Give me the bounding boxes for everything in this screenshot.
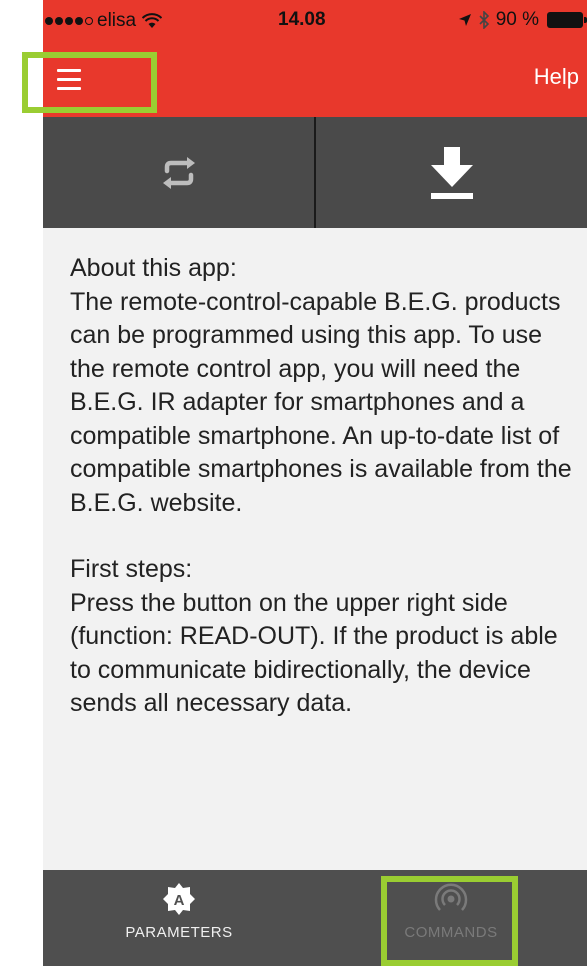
action-toolbar bbox=[43, 117, 587, 228]
parameters-icon: A bbox=[163, 883, 195, 915]
wifi-icon bbox=[142, 13, 163, 28]
battery-icon bbox=[547, 12, 587, 28]
location-arrow-icon bbox=[458, 14, 471, 26]
steps-section: First steps: Press the button on the upp… bbox=[70, 553, 580, 721]
status-right: 90 % bbox=[458, 9, 587, 31]
carrier-name: elisa bbox=[97, 10, 137, 31]
tab-parameters[interactable]: A PARAMETERS bbox=[43, 870, 315, 966]
about-section: About this app: The remote-control-capab… bbox=[70, 252, 580, 520]
menu-highlight-box bbox=[22, 52, 157, 113]
status-bar: elisa 14.08 90 % bbox=[43, 0, 587, 40]
sync-icon bbox=[162, 156, 195, 189]
battery-percent: 90 % bbox=[495, 9, 539, 30]
clock: 14.08 bbox=[278, 9, 326, 30]
tab-label: PARAMETERS bbox=[125, 924, 233, 941]
about-heading: About this app: bbox=[70, 254, 237, 282]
about-content: About this app: The remote-control-capab… bbox=[70, 252, 580, 754]
help-button[interactable]: Help bbox=[534, 64, 579, 90]
commands-highlight-box bbox=[381, 876, 518, 966]
phone-screen: elisa 14.08 90 % Help About this app: Th… bbox=[43, 0, 587, 966]
bluetooth-icon bbox=[479, 11, 489, 29]
about-text: The remote-control-capable B.E.G. produc… bbox=[70, 287, 572, 517]
carrier-info: elisa bbox=[45, 10, 163, 32]
download-button[interactable] bbox=[316, 117, 587, 228]
svg-text:A: A bbox=[174, 892, 185, 909]
signal-strength-icon bbox=[45, 17, 93, 25]
steps-heading: First steps: bbox=[70, 555, 193, 583]
download-icon bbox=[430, 146, 473, 199]
sync-button[interactable] bbox=[43, 117, 316, 228]
steps-text: Press the button on the upper right side… bbox=[70, 588, 558, 718]
